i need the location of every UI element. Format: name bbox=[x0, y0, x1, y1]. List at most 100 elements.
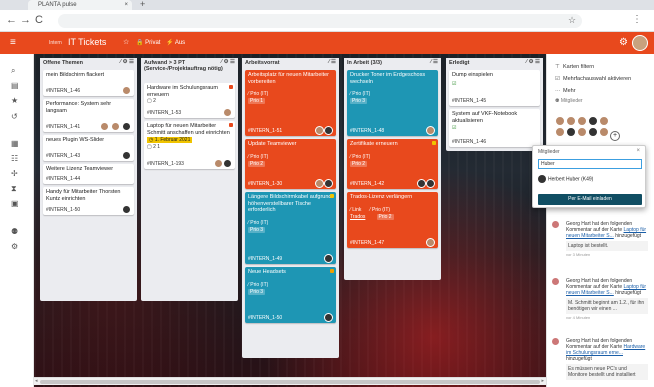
card[interactable]: Arbeitsplatz für neuen Mitarbeiter vorbe… bbox=[245, 70, 336, 136]
prio-badge: Prio 2 bbox=[350, 160, 368, 167]
list-actions-icon[interactable]: ⁄ ⚙ ☰ bbox=[526, 59, 540, 65]
card[interactable]: Neue Headsets ⁄ Prio (IT) Prio 3 #INTERN_1-… bbox=[245, 267, 336, 323]
card[interactable]: Performance: System sehr langsam #INTERN_… bbox=[43, 99, 134, 132]
list-header: Aufwand > 3 PT (Service-/Projektauftrag … bbox=[141, 58, 238, 80]
automation-button[interactable]: ⚡ Aus bbox=[166, 39, 185, 46]
avatar[interactable] bbox=[566, 127, 576, 137]
avatar[interactable] bbox=[588, 116, 598, 126]
card[interactable]: neues Plugin WS-Slider #INTERN_1-43 bbox=[43, 135, 134, 161]
result-name: Herbert Huber (K49) bbox=[548, 176, 594, 183]
scroll-left-icon[interactable]: ◂ bbox=[35, 378, 38, 384]
close-icon[interactable]: × bbox=[636, 148, 640, 154]
search-icon[interactable]: ⌕ bbox=[11, 66, 15, 76]
team-icon[interactable]: ☷ bbox=[11, 154, 18, 163]
admin-gear-icon[interactable]: ⚙ bbox=[11, 242, 18, 251]
card-id: #INTERN_1-47 bbox=[350, 240, 385, 246]
card-id: #INTERN_1-193 bbox=[147, 161, 184, 167]
list-header: Erledigt ⁄ ⚙ ☰ bbox=[446, 58, 543, 67]
hourglass-icon[interactable]: ⧗ bbox=[11, 184, 17, 194]
user-avatar[interactable] bbox=[632, 35, 648, 51]
prio-label: ⁄ Prio (IT) bbox=[350, 91, 371, 97]
member-search-input[interactable] bbox=[538, 159, 642, 169]
card-id: #INTERN_1-30 bbox=[248, 181, 283, 187]
more-button[interactable]: ··· Mehr bbox=[555, 88, 576, 94]
list-header: Offene Themen ⁄ ⚙ ☰ bbox=[40, 58, 137, 67]
list-actions-icon[interactable]: ⁄ ⚙ ☰ bbox=[120, 59, 134, 65]
avatar[interactable] bbox=[555, 127, 565, 137]
card-title: Dump einspielen bbox=[452, 72, 493, 78]
card-title: mein Bildschirm flackert bbox=[46, 72, 105, 78]
card[interactable]: Trados-Lizenz verlängern ⁄ Link ⁄ Prio (I… bbox=[347, 192, 438, 248]
scroll-right-icon[interactable]: ▸ bbox=[541, 378, 544, 384]
reload-icon[interactable]: C bbox=[35, 13, 43, 27]
person-icon[interactable]: ⚉ bbox=[11, 227, 18, 236]
card-id: #INTERN_1-46 bbox=[46, 88, 81, 94]
avatar bbox=[223, 108, 232, 117]
card[interactable]: Laptop für neuen Mitarbeiter Schmitt ans… bbox=[144, 121, 235, 169]
browser-tab[interactable]: PLANTA pulse × bbox=[28, 0, 132, 10]
browser-menu-icon[interactable]: ⋮ bbox=[632, 14, 642, 25]
forward-arrow-icon[interactable]: → bbox=[20, 13, 31, 27]
card[interactable]: System auf VKF-Notebook aktualisieren ☑ #I… bbox=[449, 109, 540, 147]
card-link[interactable]: Trados Prio 2 bbox=[350, 213, 435, 220]
avatar[interactable] bbox=[577, 127, 587, 137]
avatar bbox=[122, 86, 131, 95]
automation-label: Aus bbox=[174, 40, 186, 46]
card-title: Zertifikate erneuern bbox=[350, 141, 398, 147]
card[interactable]: Handy für Mitarbeiter Thorsten Kuntz ein… bbox=[43, 187, 134, 215]
history-icon[interactable]: ↺ bbox=[11, 112, 18, 121]
url-input[interactable] bbox=[58, 14, 582, 28]
new-tab-button[interactable]: + bbox=[140, 0, 145, 9]
avatar[interactable] bbox=[599, 127, 609, 137]
board-star-icon[interactable]: ☆ bbox=[123, 38, 129, 46]
activity-item: Georg Hart hat den folgenden Kommentar a… bbox=[552, 221, 648, 258]
add-member-button[interactable]: + bbox=[610, 131, 620, 141]
avatar[interactable] bbox=[566, 116, 576, 126]
horizontal-scrollbar[interactable]: ◂ ▸ bbox=[34, 377, 546, 385]
list-actions-icon[interactable]: ⁄ ⚙ ☰ bbox=[221, 59, 235, 65]
hamburger-menu-icon[interactable]: ≡ bbox=[10, 37, 16, 48]
card-meta: ▢ 2 bbox=[147, 98, 156, 104]
settings-gear-icon[interactable]: ⚙ bbox=[619, 37, 628, 48]
activity-time: vor 4 Minuten bbox=[566, 315, 591, 320]
avatar[interactable] bbox=[577, 116, 587, 126]
card[interactable]: Längere Bildschirmkabel aufgrund höhenve… bbox=[245, 192, 336, 264]
scroll-thumb[interactable] bbox=[40, 380, 540, 384]
breadcrumb[interactable]: Intern bbox=[49, 40, 62, 46]
visibility-button[interactable]: 🔒 Privat bbox=[136, 39, 160, 46]
invite-by-email-button[interactable]: Per E-Mail einladen bbox=[538, 194, 642, 205]
popup-title: Mitglieder bbox=[538, 149, 560, 155]
archive-icon[interactable]: ▣ bbox=[11, 199, 19, 208]
list-actions-icon[interactable]: ⁄ ☰ bbox=[431, 59, 438, 65]
network-icon[interactable]: ✢ bbox=[11, 169, 18, 178]
filter-cards-button[interactable]: ⊤ Karten filtern bbox=[555, 64, 594, 70]
card[interactable]: Weitere Lizenz Teamviewer #INTERN_1-44 bbox=[43, 164, 134, 184]
favorite-star-icon[interactable]: ★ bbox=[11, 96, 18, 105]
avatar[interactable] bbox=[588, 127, 598, 137]
card[interactable]: Update Teamviewer ⁄ Prio (IT) Prio 2 #INTER… bbox=[245, 139, 336, 189]
card[interactable]: Dump einspielen ☑ #INTERN_1-45 bbox=[449, 70, 540, 106]
list-erledigt: Erledigt ⁄ ⚙ ☰ Dump einspielen ☑ #INTERN_1-… bbox=[446, 58, 543, 151]
tab-close-icon[interactable]: × bbox=[124, 0, 128, 10]
member-search-result[interactable]: Herbert Huber (K49) bbox=[538, 175, 593, 183]
avatar[interactable] bbox=[555, 116, 565, 126]
list-arbeitsvorrat: Arbeitsvorrat ⁄ ☰ Arbeitsplatz für neuen … bbox=[242, 58, 339, 358]
prio-label: ⁄ Prio (IT) bbox=[248, 219, 269, 226]
card[interactable]: mein Bildschirm flackert #INTERN_1-46 bbox=[43, 70, 134, 96]
card[interactable]: Drucker Toner im Erdgeschoss wechseln ⁄ P… bbox=[347, 70, 438, 136]
bookmark-star-icon[interactable]: ☆ bbox=[568, 15, 576, 26]
board-title: IT Tickets bbox=[68, 37, 107, 47]
card[interactable]: Zertifikate erneuern ⁄ Prio (IT) Prio 2 #IN… bbox=[347, 139, 438, 189]
multi-select-label: Mehrfachauswahl aktivieren bbox=[563, 76, 632, 82]
avatar bbox=[324, 126, 333, 135]
calendar-icon[interactable]: ▦ bbox=[11, 139, 19, 148]
avatar[interactable] bbox=[599, 116, 609, 126]
card-title: Weitere Lizenz Teamviewer bbox=[46, 166, 114, 172]
prio-badge: Prio 3 bbox=[248, 288, 266, 295]
card[interactable]: Hardware im Schulungsraum erneuern ▢ 2 #IN… bbox=[144, 83, 235, 118]
filter-label: Karten filtern bbox=[563, 64, 595, 70]
list-actions-icon[interactable]: ⁄ ☰ bbox=[329, 59, 336, 65]
back-arrow-icon[interactable]: ← bbox=[6, 13, 17, 27]
document-icon[interactable]: ▤ bbox=[11, 81, 19, 90]
multi-select-button[interactable]: ☑ Mehrfachauswahl aktivieren bbox=[555, 76, 631, 82]
